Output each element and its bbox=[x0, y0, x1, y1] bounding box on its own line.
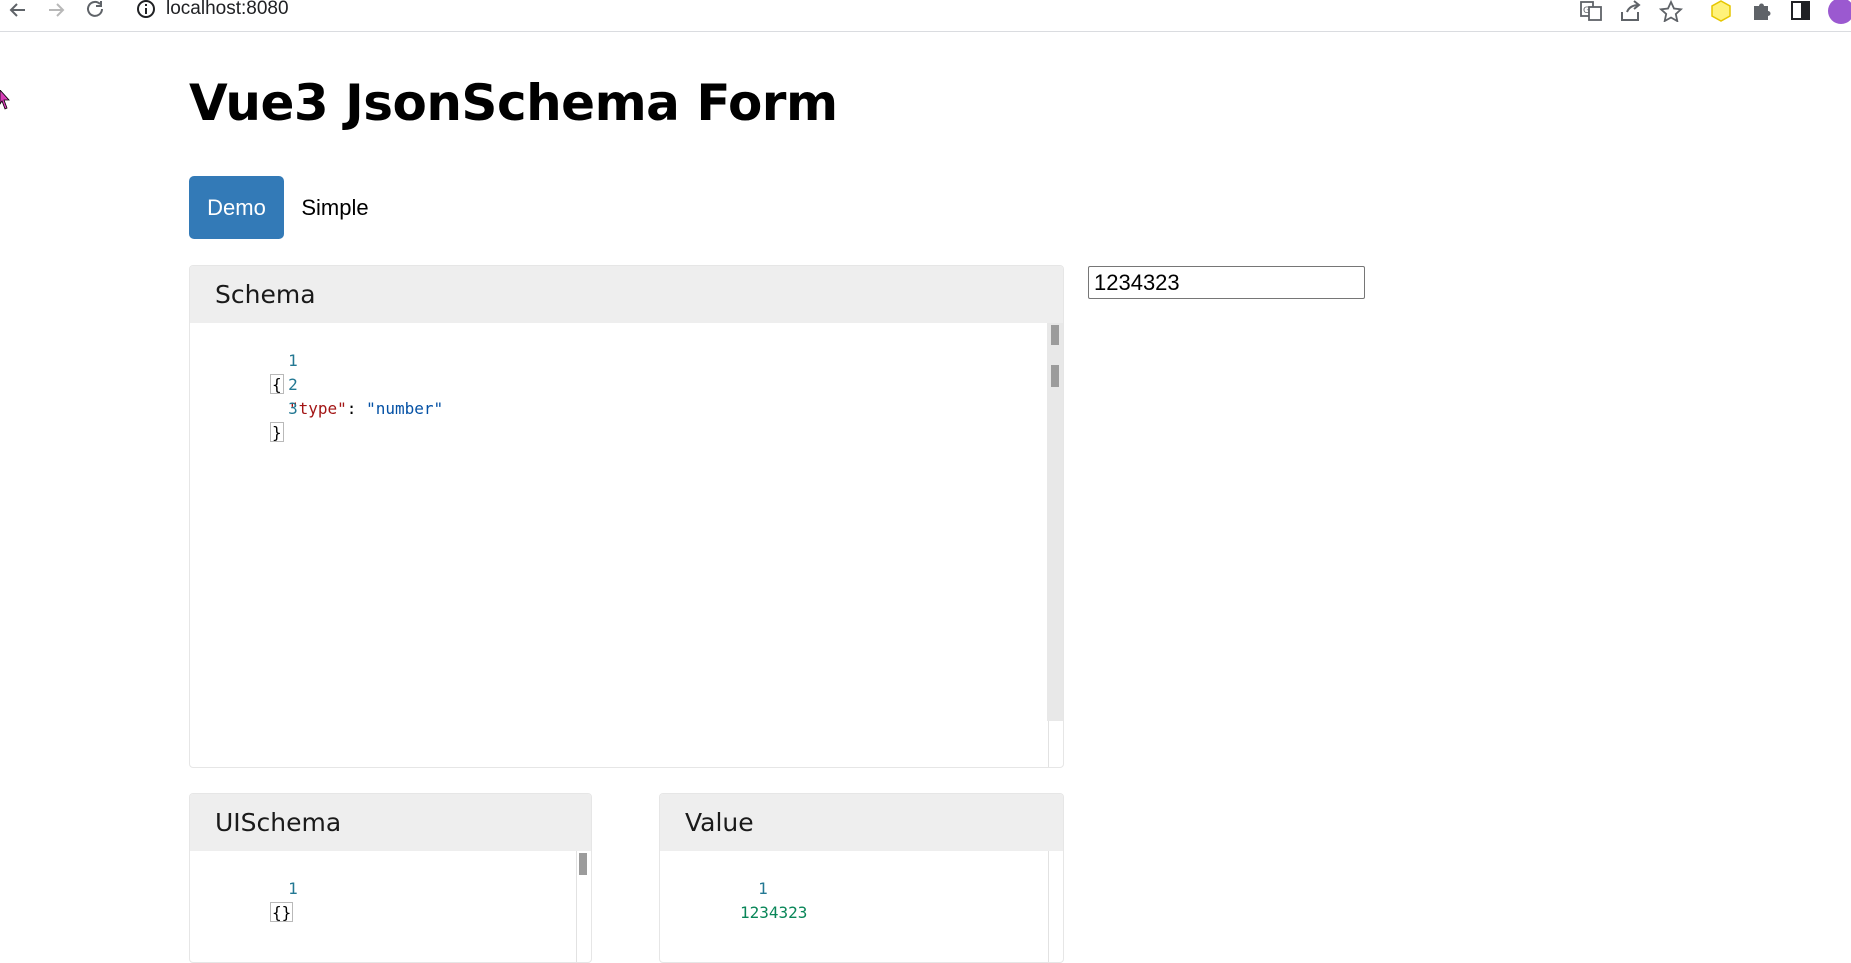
schema-panel-title: Schema bbox=[190, 266, 1063, 323]
tab-demo[interactable]: Demo bbox=[189, 176, 284, 239]
extensions-puzzle-icon[interactable] bbox=[1750, 0, 1774, 22]
address-bar-url[interactable]: localhost:8080 bbox=[166, 0, 289, 20]
code-line: 3 } bbox=[190, 373, 298, 442]
profile-avatar[interactable] bbox=[1828, 0, 1851, 24]
json-string-value: "number" bbox=[366, 399, 444, 418]
bookmark-star-icon[interactable] bbox=[1658, 0, 1684, 23]
uischema-panel: UISchema 1 {} bbox=[189, 793, 592, 963]
extension-hexagon-icon[interactable] bbox=[1709, 0, 1733, 22]
json-colon: : bbox=[346, 399, 367, 418]
line-number: 1 bbox=[758, 879, 768, 898]
empty-object-braces: {} bbox=[270, 902, 294, 922]
translate-icon[interactable]: G bbox=[1579, 0, 1603, 22]
svg-text:G: G bbox=[1583, 6, 1590, 16]
number-input[interactable]: 1234323 bbox=[1088, 266, 1365, 299]
uischema-editor[interactable]: 1 {} bbox=[190, 851, 591, 962]
code-line: 2 "type": "number" bbox=[190, 349, 443, 418]
mouse-cursor-icon bbox=[0, 89, 12, 114]
reload-icon[interactable] bbox=[84, 0, 108, 20]
code-line: 1 1234323 bbox=[660, 853, 807, 922]
line-number: 1 bbox=[288, 351, 298, 370]
editor-scrollbar-track[interactable] bbox=[576, 851, 577, 962]
line-number: 3 bbox=[288, 399, 298, 418]
uischema-panel-title: UISchema bbox=[190, 794, 591, 851]
forward-arrow-icon[interactable] bbox=[44, 0, 68, 20]
scrollbar-marker bbox=[1051, 365, 1059, 387]
code-line: 1 {} bbox=[190, 853, 298, 922]
value-editor[interactable]: 1 1234323 bbox=[660, 851, 1063, 962]
value-panel-title: Value bbox=[660, 794, 1063, 851]
close-brace: } bbox=[270, 422, 284, 442]
scrollbar-thumb[interactable] bbox=[1051, 325, 1059, 345]
schema-panel: Schema 1 { 2 "type": "number" 3 } bbox=[189, 265, 1064, 768]
line-number: 2 bbox=[288, 375, 298, 394]
share-icon[interactable] bbox=[1619, 0, 1643, 22]
code-line: 1 { bbox=[190, 325, 298, 394]
back-arrow-icon[interactable] bbox=[6, 0, 30, 20]
value-panel: Value 1 1234323 bbox=[659, 793, 1064, 963]
schema-editor[interactable]: 1 { 2 "type": "number" 3 } bbox=[190, 323, 1063, 767]
editor-scrollbar-track[interactable] bbox=[1048, 851, 1049, 962]
tab-simple[interactable]: Simple bbox=[292, 176, 378, 239]
line-number: 1 bbox=[288, 879, 298, 898]
side-panel-icon[interactable] bbox=[1789, 0, 1813, 22]
site-info-icon[interactable] bbox=[136, 0, 160, 20]
json-number-value: 1234323 bbox=[740, 903, 808, 922]
scrollbar-thumb[interactable] bbox=[579, 853, 587, 875]
page-title: Vue3 JsonSchema Form bbox=[189, 74, 838, 132]
browser-toolbar: localhost:8080 G bbox=[0, 0, 1851, 32]
